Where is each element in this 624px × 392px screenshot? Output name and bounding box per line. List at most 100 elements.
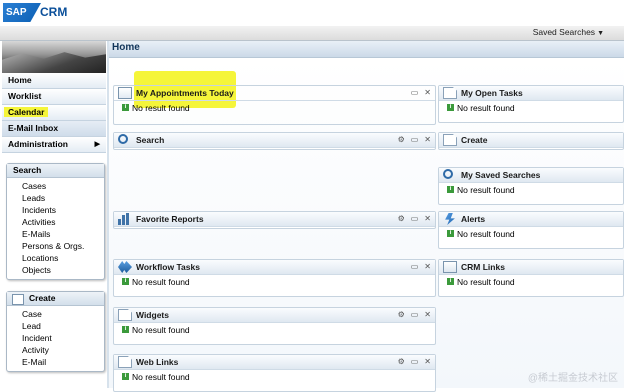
search-link-objects[interactable]: Objects (7, 264, 104, 276)
widget-favorite-reports-title[interactable]: Favorite Reports (136, 214, 204, 224)
widget-alerts-message: No result found (457, 229, 515, 239)
document-icon (118, 356, 132, 368)
search-link-leads[interactable]: Leads (7, 192, 104, 204)
page-header: Home (109, 41, 624, 58)
info-icon: i (447, 104, 454, 111)
minimize-icon[interactable]: ▭ (411, 262, 419, 271)
document-icon (118, 309, 132, 321)
widget-web-links-title[interactable]: Web Links (136, 357, 178, 367)
nav-item-calendar-label: Calendar (4, 107, 49, 117)
reports-icon (118, 213, 132, 225)
settings-icon[interactable]: ⚙ (398, 310, 405, 319)
create-panel-header: Create (7, 292, 104, 306)
widget-saved-searches-title[interactable]: My Saved Searches (461, 170, 540, 180)
widget-alerts-title[interactable]: Alerts (461, 214, 485, 224)
search-icon (443, 169, 457, 181)
minimize-icon[interactable]: ▭ (411, 357, 419, 366)
widget-create: Create (438, 132, 624, 150)
widget-search-title[interactable]: Search (136, 135, 164, 145)
info-icon: i (122, 104, 129, 111)
widget-alerts: Alerts i No result found (438, 211, 624, 249)
widget-workflow-tasks-title[interactable]: Workflow Tasks (136, 262, 200, 272)
saved-searches-bar: Saved Searches ▼ (0, 26, 624, 41)
search-link-activities[interactable]: Activities (7, 216, 104, 228)
close-icon[interactable]: ✕ (424, 262, 431, 271)
settings-icon[interactable]: ⚙ (398, 357, 405, 366)
crm-title: CRM (40, 5, 68, 19)
chevron-right-icon: ▶ (94, 141, 100, 148)
info-icon: i (447, 278, 454, 285)
top-bar: SAP CRM (0, 0, 624, 26)
info-icon: i (122, 373, 129, 380)
info-icon: i (122, 326, 129, 333)
widget-appointments: My Appointments Today ▭ ✕ i No result foun… (113, 85, 436, 125)
widget-saved-searches: My Saved Searches i No result found (438, 167, 624, 205)
header-image (2, 41, 106, 73)
saved-searches-label: Saved Searches (532, 27, 596, 37)
nav-item-administration[interactable]: Administration ▶ (2, 137, 106, 153)
widget-favorite-reports: Favorite Reports ⚙ ▭ ✕ (113, 211, 436, 229)
create-icon (12, 294, 24, 305)
info-icon: i (122, 278, 129, 285)
search-link-cases[interactable]: Cases (7, 180, 104, 192)
widget-widgets-title[interactable]: Widgets (136, 310, 169, 320)
widget-workflow-tasks-message: No result found (132, 277, 190, 287)
link-icon (443, 261, 457, 273)
widget-open-tasks-title[interactable]: My Open Tasks (461, 88, 523, 98)
saved-searches-dropdown[interactable]: Saved Searches ▼ (533, 27, 604, 37)
widget-open-tasks: My Open Tasks i No result found (438, 85, 624, 123)
widget-create-title[interactable]: Create (461, 135, 487, 145)
search-link-persons-orgs[interactable]: Persons & Orgs. (7, 240, 104, 252)
tasks-icon (443, 87, 457, 99)
search-link-locations[interactable]: Locations (7, 252, 104, 264)
create-link-lead[interactable]: Lead (7, 320, 104, 332)
widget-saved-searches-message: No result found (457, 185, 515, 195)
nav-item-administration-label: Administration (8, 139, 68, 149)
workflow-icon (118, 261, 132, 273)
nav-item-email-inbox[interactable]: E-Mail Inbox (2, 121, 106, 137)
create-panel-title: Create (29, 293, 56, 303)
widget-appointments-message: No result found (132, 103, 190, 113)
widget-widgets-message: No result found (132, 325, 190, 335)
info-icon: i (447, 186, 454, 193)
settings-icon[interactable]: ⚙ (398, 135, 405, 144)
close-icon[interactable]: ✕ (424, 135, 431, 144)
create-link-activity[interactable]: Activity (7, 344, 104, 356)
main-nav: Home Worklist Calendar E-Mail Inbox Admi… (2, 73, 106, 153)
minimize-icon[interactable]: ▭ (411, 88, 419, 97)
search-link-incidents[interactable]: Incidents (7, 204, 104, 216)
widget-crm-links-title[interactable]: CRM Links (461, 262, 505, 272)
sap-logo: SAP (3, 3, 41, 22)
widget-web-links-message: No result found (132, 372, 190, 382)
create-link-incident[interactable]: Incident (7, 332, 104, 344)
nav-item-calendar[interactable]: Calendar (2, 105, 106, 121)
create-link-case[interactable]: Case (7, 308, 104, 320)
watermark: @稀土掘金技术社区 (527, 373, 618, 384)
close-icon[interactable]: ✕ (424, 310, 431, 319)
page-title: Home (112, 42, 140, 53)
info-icon: i (447, 230, 454, 237)
search-icon (118, 134, 132, 146)
create-link-email[interactable]: E-Mail (7, 356, 104, 368)
close-icon[interactable]: ✕ (424, 88, 431, 97)
search-panel: Search Cases Leads Incidents Activities … (6, 163, 105, 280)
search-link-emails[interactable]: E-Mails (7, 228, 104, 240)
close-icon[interactable]: ✕ (424, 214, 431, 223)
minimize-icon[interactable]: ▭ (411, 135, 419, 144)
widget-appointments-title[interactable]: My Appointments Today (136, 88, 234, 98)
minimize-icon[interactable]: ▭ (411, 214, 419, 223)
minimize-icon[interactable]: ▭ (411, 310, 419, 319)
calendar-icon (118, 87, 132, 99)
nav-item-home[interactable]: Home (2, 73, 106, 89)
widget-crm-links-message: No result found (457, 277, 515, 287)
close-icon[interactable]: ✕ (424, 357, 431, 366)
widget-workflow-tasks: Workflow Tasks ▭ ✕ i No result found (113, 259, 436, 297)
create-panel: Create Case Lead Incident Activity E-Mai… (6, 291, 105, 372)
widget-web-links: Web Links ⚙ ▭ ✕ i No result found (113, 354, 436, 392)
widget-search: Search ⚙ ▭ ✕ (113, 132, 436, 150)
nav-item-worklist[interactable]: Worklist (2, 89, 106, 105)
settings-icon[interactable]: ⚙ (398, 214, 405, 223)
new-document-icon (443, 134, 457, 146)
widget-open-tasks-message: No result found (457, 103, 515, 113)
chevron-down-icon: ▼ (597, 30, 604, 37)
